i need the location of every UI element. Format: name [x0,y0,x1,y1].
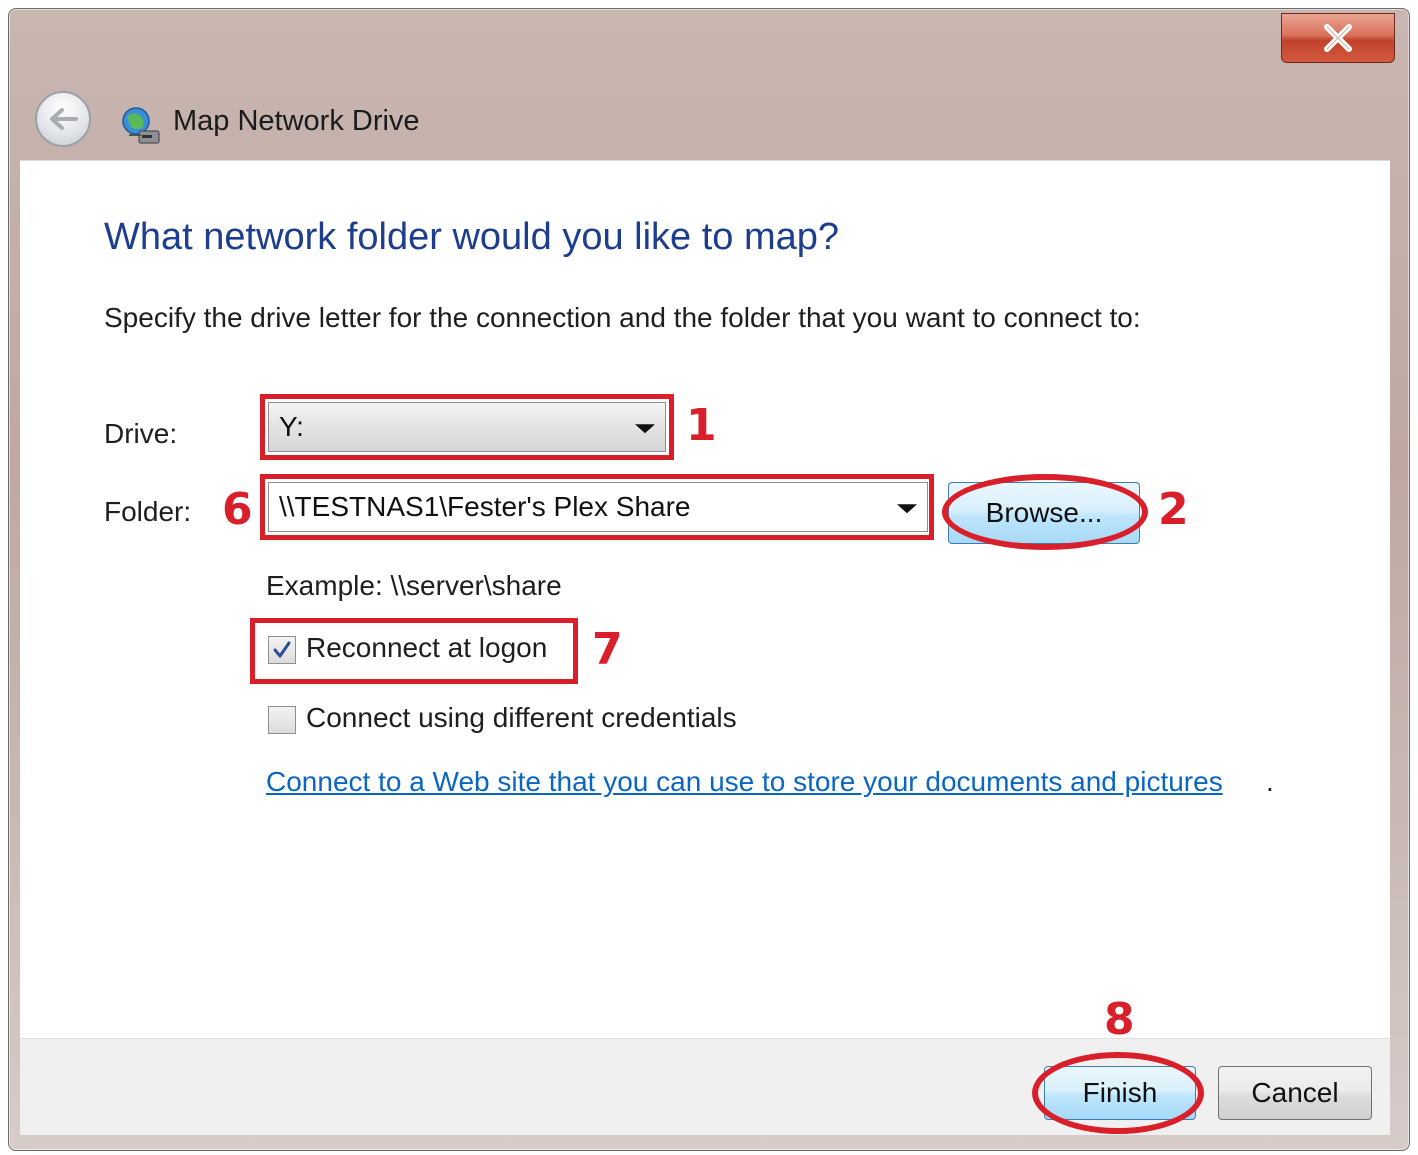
link-period: . [1266,766,1274,797]
annotation-ellipse-browse [942,474,1148,550]
web-site-link[interactable]: Connect to a Web site that you can use t… [266,766,1223,798]
annotation-number-2: 2 [1158,484,1189,535]
close-icon [1324,24,1352,52]
example-text: Example: \\server\share [266,570,562,601]
folder-label: Folder: [104,496,192,527]
annotation-box-folder [260,474,934,540]
annotation-number-6: 6 [222,484,253,535]
annotation-box-drive [260,394,674,460]
back-arrow-icon [50,108,78,130]
annotation-ellipse-finish [1032,1052,1204,1134]
annotation-box-reconnect [250,618,578,684]
title-bar: Map Network Drive [9,9,1409,169]
different-credentials-checkbox[interactable] [268,706,296,734]
drive-label: Drive: [104,418,178,449]
window-title: Map Network Drive [173,105,420,137]
annotation-number-8: 8 [1104,994,1135,1045]
annotation-number-7: 7 [592,624,623,675]
different-credentials-label[interactable]: Connect using different credentials [306,702,737,734]
back-button[interactable] [35,91,91,147]
wizard-content-panel [20,160,1390,1039]
instruction-text: Specify the drive letter for the connect… [104,302,1141,333]
close-button[interactable] [1281,13,1395,63]
network-drive-icon [122,107,160,144]
cancel-button[interactable]: Cancel [1218,1066,1372,1120]
page-heading: What network folder would you like to ma… [104,216,840,258]
annotation-number-1: 1 [686,400,717,451]
